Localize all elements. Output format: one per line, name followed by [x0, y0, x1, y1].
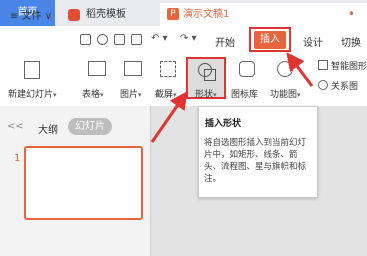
arrow-to-insert [286, 52, 314, 87]
annotation-arrows [150, 52, 314, 143]
arrow-to-shape [150, 91, 188, 143]
